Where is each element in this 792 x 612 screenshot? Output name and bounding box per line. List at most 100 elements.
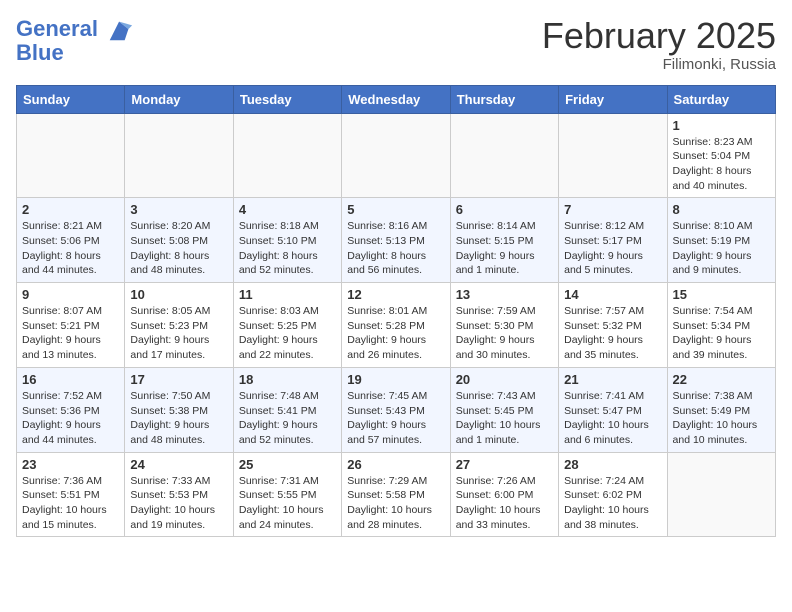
day-info: Sunrise: 8:18 AM Sunset: 5:10 PM Dayligh… bbox=[239, 219, 336, 278]
calendar-cell bbox=[125, 113, 233, 198]
calendar-cell: 7 Sunrise: 8:12 AM Sunset: 5:17 PM Daylig… bbox=[559, 198, 667, 283]
calendar-cell: 17 Sunrise: 7:50 AM Sunset: 5:38 PM Dayli… bbox=[125, 367, 233, 452]
day-number: 14 bbox=[564, 287, 661, 302]
calendar-cell: 13 Sunrise: 7:59 AM Sunset: 5:30 PM Dayli… bbox=[450, 283, 558, 368]
calendar-cell: 18 Sunrise: 7:48 AM Sunset: 5:41 PM Dayli… bbox=[233, 367, 341, 452]
calendar-cell: 23 Sunrise: 7:36 AM Sunset: 5:51 PM Dayli… bbox=[17, 452, 125, 537]
day-info: Sunrise: 7:54 AM Sunset: 5:34 PM Dayligh… bbox=[673, 304, 770, 363]
logo: General Blue bbox=[16, 16, 134, 66]
day-info: Sunrise: 8:10 AM Sunset: 5:19 PM Dayligh… bbox=[673, 219, 770, 278]
day-info: Sunrise: 7:43 AM Sunset: 5:45 PM Dayligh… bbox=[456, 389, 553, 448]
calendar-cell: 8 Sunrise: 8:10 AM Sunset: 5:19 PM Daylig… bbox=[667, 198, 775, 283]
calendar-cell: 4 Sunrise: 8:18 AM Sunset: 5:10 PM Daylig… bbox=[233, 198, 341, 283]
day-info: Sunrise: 7:26 AM Sunset: 6:00 PM Dayligh… bbox=[456, 474, 553, 533]
day-info: Sunrise: 7:50 AM Sunset: 5:38 PM Dayligh… bbox=[130, 389, 227, 448]
weekday-header-monday: Monday bbox=[125, 85, 233, 113]
day-number: 4 bbox=[239, 202, 336, 217]
weekday-header-saturday: Saturday bbox=[667, 85, 775, 113]
calendar-cell: 21 Sunrise: 7:41 AM Sunset: 5:47 PM Dayli… bbox=[559, 367, 667, 452]
day-number: 9 bbox=[22, 287, 119, 302]
day-info: Sunrise: 8:01 AM Sunset: 5:28 PM Dayligh… bbox=[347, 304, 444, 363]
calendar-cell: 25 Sunrise: 7:31 AM Sunset: 5:55 PM Dayli… bbox=[233, 452, 341, 537]
calendar-cell: 10 Sunrise: 8:05 AM Sunset: 5:23 PM Dayli… bbox=[125, 283, 233, 368]
day-info: Sunrise: 7:36 AM Sunset: 5:51 PM Dayligh… bbox=[22, 474, 119, 533]
calendar-cell: 28 Sunrise: 7:24 AM Sunset: 6:02 PM Dayli… bbox=[559, 452, 667, 537]
day-info: Sunrise: 7:48 AM Sunset: 5:41 PM Dayligh… bbox=[239, 389, 336, 448]
day-number: 15 bbox=[673, 287, 770, 302]
day-info: Sunrise: 7:33 AM Sunset: 5:53 PM Dayligh… bbox=[130, 474, 227, 533]
calendar-cell bbox=[667, 452, 775, 537]
day-number: 5 bbox=[347, 202, 444, 217]
day-number: 10 bbox=[130, 287, 227, 302]
calendar-cell: 5 Sunrise: 8:16 AM Sunset: 5:13 PM Daylig… bbox=[342, 198, 450, 283]
day-number: 23 bbox=[22, 457, 119, 472]
weekday-header-sunday: Sunday bbox=[17, 85, 125, 113]
calendar-cell: 3 Sunrise: 8:20 AM Sunset: 5:08 PM Daylig… bbox=[125, 198, 233, 283]
day-number: 11 bbox=[239, 287, 336, 302]
day-number: 6 bbox=[456, 202, 553, 217]
title-block: February 2025 Filimonki, Russia bbox=[542, 16, 776, 73]
day-info: Sunrise: 8:21 AM Sunset: 5:06 PM Dayligh… bbox=[22, 219, 119, 278]
weekday-header-thursday: Thursday bbox=[450, 85, 558, 113]
calendar-cell bbox=[233, 113, 341, 198]
calendar-cell: 6 Sunrise: 8:14 AM Sunset: 5:15 PM Daylig… bbox=[450, 198, 558, 283]
day-info: Sunrise: 7:52 AM Sunset: 5:36 PM Dayligh… bbox=[22, 389, 119, 448]
weekday-header-wednesday: Wednesday bbox=[342, 85, 450, 113]
day-info: Sunrise: 8:14 AM Sunset: 5:15 PM Dayligh… bbox=[456, 219, 553, 278]
calendar-cell: 24 Sunrise: 7:33 AM Sunset: 5:53 PM Dayli… bbox=[125, 452, 233, 537]
day-number: 21 bbox=[564, 372, 661, 387]
day-info: Sunrise: 8:03 AM Sunset: 5:25 PM Dayligh… bbox=[239, 304, 336, 363]
calendar-cell bbox=[17, 113, 125, 198]
day-number: 25 bbox=[239, 457, 336, 472]
calendar-cell: 26 Sunrise: 7:29 AM Sunset: 5:58 PM Dayli… bbox=[342, 452, 450, 537]
day-info: Sunrise: 7:59 AM Sunset: 5:30 PM Dayligh… bbox=[456, 304, 553, 363]
day-info: Sunrise: 8:23 AM Sunset: 5:04 PM Dayligh… bbox=[673, 135, 770, 194]
day-number: 7 bbox=[564, 202, 661, 217]
calendar-table: SundayMondayTuesdayWednesdayThursdayFrid… bbox=[16, 85, 776, 538]
day-number: 8 bbox=[673, 202, 770, 217]
day-number: 2 bbox=[22, 202, 119, 217]
calendar-cell: 12 Sunrise: 8:01 AM Sunset: 5:28 PM Dayli… bbox=[342, 283, 450, 368]
day-number: 12 bbox=[347, 287, 444, 302]
day-number: 26 bbox=[347, 457, 444, 472]
page-header: General Blue February 2025 Filimonki, Ru… bbox=[16, 16, 776, 73]
day-number: 1 bbox=[673, 118, 770, 133]
day-number: 3 bbox=[130, 202, 227, 217]
day-info: Sunrise: 7:24 AM Sunset: 6:02 PM Dayligh… bbox=[564, 474, 661, 533]
calendar-cell: 22Sunrise: 7:38 AM Sunset: 5:49 PM Dayli… bbox=[667, 367, 775, 452]
day-info: Sunrise: 7:31 AM Sunset: 5:55 PM Dayligh… bbox=[239, 474, 336, 533]
day-info: Sunrise: 8:12 AM Sunset: 5:17 PM Dayligh… bbox=[564, 219, 661, 278]
month-title: February 2025 bbox=[542, 16, 776, 56]
location: Filimonki, Russia bbox=[542, 56, 776, 73]
day-info: Sunrise: 8:05 AM Sunset: 5:23 PM Dayligh… bbox=[130, 304, 227, 363]
day-info: Sunrise: 7:41 AM Sunset: 5:47 PM Dayligh… bbox=[564, 389, 661, 448]
calendar-cell: 16 Sunrise: 7:52 AM Sunset: 5:36 PM Dayli… bbox=[17, 367, 125, 452]
day-number: 19 bbox=[347, 372, 444, 387]
logo-icon bbox=[106, 16, 134, 44]
calendar-cell: 11 Sunrise: 8:03 AM Sunset: 5:25 PM Dayli… bbox=[233, 283, 341, 368]
weekday-header-tuesday: Tuesday bbox=[233, 85, 341, 113]
day-number: 18 bbox=[239, 372, 336, 387]
calendar-cell bbox=[450, 113, 558, 198]
day-number: 27 bbox=[456, 457, 553, 472]
day-info: Sunrise: 7:45 AM Sunset: 5:43 PM Dayligh… bbox=[347, 389, 444, 448]
calendar-cell: 15 Sunrise: 7:54 AM Sunset: 5:34 PM Dayli… bbox=[667, 283, 775, 368]
day-number: 17 bbox=[130, 372, 227, 387]
calendar-cell: 9Sunrise: 8:07 AM Sunset: 5:21 PM Daylig… bbox=[17, 283, 125, 368]
day-number: 16 bbox=[22, 372, 119, 387]
calendar-cell bbox=[342, 113, 450, 198]
calendar-cell: 14Sunrise: 7:57 AM Sunset: 5:32 PM Dayli… bbox=[559, 283, 667, 368]
day-number: 20 bbox=[456, 372, 553, 387]
calendar-cell: 1 Sunrise: 8:23 AM Sunset: 5:04 PM Daylig… bbox=[667, 113, 775, 198]
calendar-cell: 27 Sunrise: 7:26 AM Sunset: 6:00 PM Dayli… bbox=[450, 452, 558, 537]
day-info: Sunrise: 7:29 AM Sunset: 5:58 PM Dayligh… bbox=[347, 474, 444, 533]
calendar-cell: 19 Sunrise: 7:45 AM Sunset: 5:43 PM Dayli… bbox=[342, 367, 450, 452]
day-number: 24 bbox=[130, 457, 227, 472]
day-info: Sunrise: 8:16 AM Sunset: 5:13 PM Dayligh… bbox=[347, 219, 444, 278]
day-info: Sunrise: 8:20 AM Sunset: 5:08 PM Dayligh… bbox=[130, 219, 227, 278]
day-number: 13 bbox=[456, 287, 553, 302]
weekday-header-friday: Friday bbox=[559, 85, 667, 113]
calendar-cell bbox=[559, 113, 667, 198]
day-number: 28 bbox=[564, 457, 661, 472]
day-info: Sunrise: 7:38 AM Sunset: 5:49 PM Dayligh… bbox=[673, 389, 770, 448]
